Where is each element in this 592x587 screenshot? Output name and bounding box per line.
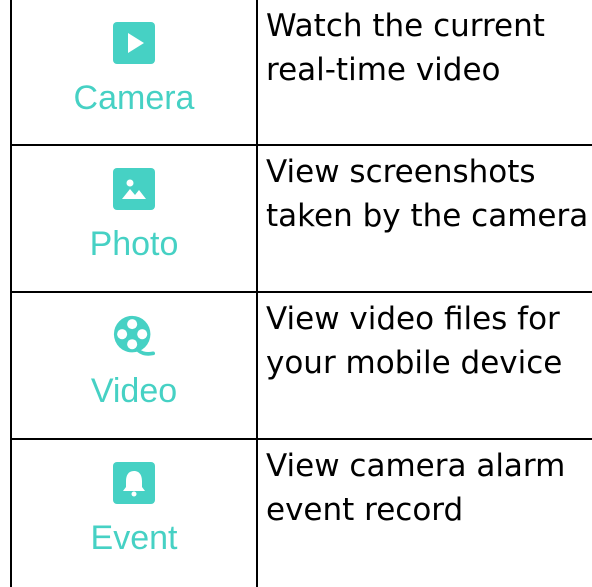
photo-label: Photo [89, 225, 179, 263]
description-line: View camera alarm [266, 448, 566, 484]
event-description: View camera alarm event record [258, 440, 592, 532]
event-label: Event [90, 519, 178, 557]
event-description-cell: View camera alarm event record [256, 438, 592, 587]
photo-description-cell: View screenshots taken by the camera [256, 144, 592, 293]
description-line: taken by the camera [266, 198, 589, 234]
photo-description: View screenshots taken by the camera [258, 146, 592, 238]
camera-cell: Camera [10, 0, 258, 146]
video-label: Video [90, 372, 178, 410]
description-line: View video files for [266, 301, 560, 337]
camera-label: Camera [73, 79, 195, 117]
table-row: Video View video files for your mobile d… [10, 291, 592, 440]
description-line: Watch the current [266, 8, 545, 44]
feature-table-container: Camera Watch the current real-time video… [10, 0, 592, 587]
description-line: your mobile device [266, 345, 563, 381]
video-description-cell: View video files for your mobile device [256, 291, 592, 440]
bell-icon [113, 462, 155, 504]
film-reel-icon [113, 315, 155, 357]
table-row: Camera Watch the current real-time video [10, 0, 592, 146]
photo-cell: Photo [10, 144, 258, 293]
play-icon [113, 22, 155, 64]
image-icon [113, 168, 155, 210]
camera-description: Watch the current real-time video [258, 0, 592, 92]
description-line: event record [266, 492, 464, 528]
video-description: View video files for your mobile device [258, 293, 592, 385]
camera-description-cell: Watch the current real-time video [256, 0, 592, 146]
table-row: Event View camera alarm event record [10, 438, 592, 587]
description-line: real-time video [266, 52, 501, 88]
video-cell: Video [10, 291, 258, 440]
event-cell: Event [10, 438, 258, 587]
feature-table: Camera Watch the current real-time video… [10, 0, 592, 587]
table-row: Photo View screenshots taken by the came… [10, 144, 592, 293]
description-line: View screenshots [266, 154, 536, 190]
